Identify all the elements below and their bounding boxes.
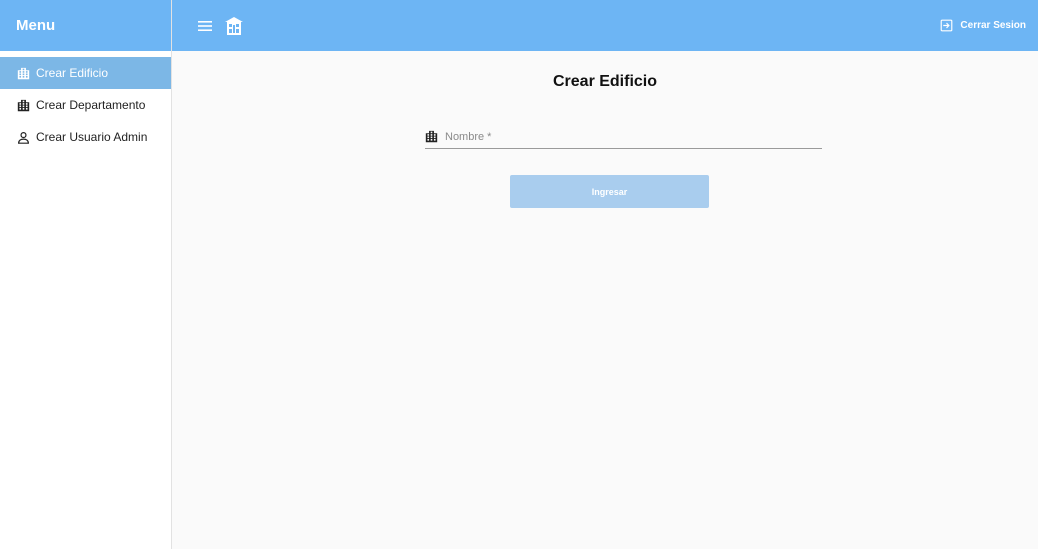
nombre-input[interactable] bbox=[445, 130, 805, 143]
ingresar-button[interactable]: Ingresar bbox=[510, 175, 709, 208]
user-icon bbox=[16, 130, 30, 144]
sidebar-title: Menu bbox=[0, 0, 171, 51]
topbar: Cerrar Sesion bbox=[172, 0, 1038, 51]
sidebar-item-crear-usuario-admin[interactable]: Crear Usuario Admin bbox=[0, 121, 171, 153]
sidebar-item-label: Crear Departamento bbox=[36, 98, 146, 112]
logout-icon bbox=[940, 19, 954, 33]
main-content: Crear Edificio Ingresar bbox=[172, 51, 1038, 549]
hamburger-menu-button[interactable] bbox=[196, 17, 214, 35]
building-icon bbox=[425, 130, 439, 144]
sidebar: Menu Crear Edificio Crear Departamento C… bbox=[0, 0, 172, 549]
sidebar-nav: Crear Edificio Crear Departamento Crear … bbox=[0, 51, 171, 153]
nombre-field bbox=[425, 125, 822, 149]
sidebar-item-label: Crear Edificio bbox=[36, 66, 109, 80]
sidebar-item-crear-departamento[interactable]: Crear Departamento bbox=[0, 89, 171, 121]
sidebar-item-label: Crear Usuario Admin bbox=[36, 130, 148, 144]
logout-label: Cerrar Sesion bbox=[960, 20, 1026, 31]
app: Menu Crear Edificio Crear Departamento C… bbox=[0, 0, 1038, 549]
building-icon bbox=[224, 16, 244, 36]
page-title: Crear Edificio bbox=[552, 73, 658, 90]
logout-button[interactable]: Cerrar Sesion bbox=[940, 19, 1026, 33]
hamburger-icon bbox=[198, 20, 212, 31]
building-icon bbox=[16, 98, 30, 112]
sidebar-item-crear-edificio[interactable]: Crear Edificio bbox=[0, 57, 171, 89]
building-icon bbox=[16, 66, 30, 80]
